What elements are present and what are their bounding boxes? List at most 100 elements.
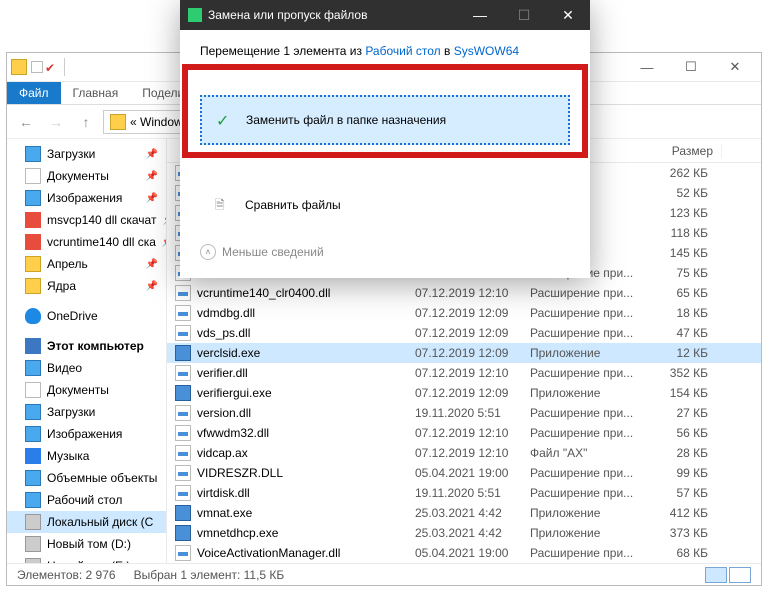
view-details-button[interactable]: [705, 567, 727, 583]
tree-item[interactable]: Ядра📌: [7, 275, 166, 297]
file-type: Приложение: [522, 526, 652, 540]
tree-item-icon: [25, 492, 41, 508]
tree-item[interactable]: Новый том (E:): [7, 555, 166, 563]
dest-link[interactable]: SysWOW64: [454, 44, 519, 58]
file-date: 05.04.2021 19:00: [407, 466, 522, 480]
file-size: 118 КБ: [652, 226, 722, 240]
tree-item-label: Апрель: [47, 257, 88, 271]
file-type: Приложение: [522, 506, 652, 520]
table-row[interactable]: VoiceActivationManager.dll05.04.2021 19:…: [167, 543, 761, 563]
option-compare[interactable]: 🗎 Сравнить файлы: [200, 181, 570, 229]
tree-item-label: Этот компьютер: [47, 339, 144, 353]
file-type: Приложение: [522, 346, 652, 360]
nav-forward-button[interactable]: →: [43, 110, 69, 134]
table-row[interactable]: vidcap.ax07.12.2019 12:10Файл "AX"28 КБ: [167, 443, 761, 463]
file-icon: [175, 405, 191, 421]
table-row[interactable]: version.dll19.11.2020 5:51Расширение при…: [167, 403, 761, 423]
tree-item-label: msvcp140 dll скачат: [47, 213, 156, 227]
file-icon: [175, 525, 191, 541]
tree-item[interactable]: Апрель📌: [7, 253, 166, 275]
tree-item-icon: [25, 212, 41, 228]
file-type: Расширение при...: [522, 286, 652, 300]
tree-item[interactable]: Изображения📌: [7, 187, 166, 209]
table-row[interactable]: vds_ps.dll07.12.2019 12:09Расширение при…: [167, 323, 761, 343]
tree-item[interactable]: Рабочий стол: [7, 489, 166, 511]
tree-item[interactable]: Этот компьютер: [7, 335, 166, 357]
nav-back-button[interactable]: ←: [13, 110, 39, 134]
nav-tree[interactable]: Загрузки📌Документы📌Изображения📌msvcp140 …: [7, 139, 167, 563]
check-icon: ✓: [216, 111, 234, 129]
tree-item-icon: [25, 536, 41, 552]
file-type: Расширение при...: [522, 466, 652, 480]
tree-item[interactable]: Новый том (D:): [7, 533, 166, 555]
file-name: vidcap.ax: [197, 446, 407, 460]
tree-item-label: Объемные объекты: [47, 471, 157, 485]
file-size: 52 КБ: [652, 186, 722, 200]
file-size: 145 КБ: [652, 246, 722, 260]
file-date: 07.12.2019 12:10: [407, 426, 522, 440]
tree-item[interactable]: OneDrive: [7, 305, 166, 327]
file-size: 154 КБ: [652, 386, 722, 400]
pin-icon: 📌: [146, 149, 158, 160]
tree-item[interactable]: Видео: [7, 357, 166, 379]
tree-item[interactable]: Изображения: [7, 423, 166, 445]
qa-icon[interactable]: [31, 61, 43, 73]
fewer-details-label: Меньше сведений: [222, 245, 324, 259]
table-row[interactable]: vfwwdm32.dll07.12.2019 12:10Расширение п…: [167, 423, 761, 443]
file-name: version.dll: [197, 406, 407, 420]
file-name: VoiceActivationManager.dll: [197, 546, 407, 560]
ribbon-file[interactable]: Файл: [7, 82, 61, 104]
table-row[interactable]: VIDRESZR.DLL05.04.2021 19:00Расширение п…: [167, 463, 761, 483]
tree-item[interactable]: Документы📌: [7, 165, 166, 187]
option-replace[interactable]: ✓ Заменить файл в папке назначения: [200, 95, 570, 145]
file-type: Расширение при...: [522, 306, 652, 320]
tree-item-label: Видео: [47, 361, 82, 375]
source-link[interactable]: Рабочий стол: [365, 44, 440, 58]
table-row[interactable]: vcruntime140_clr0400.dll07.12.2019 12:10…: [167, 283, 761, 303]
nav-up-button[interactable]: ↑: [73, 110, 99, 134]
file-date: 07.12.2019 12:09: [407, 386, 522, 400]
tree-item-label: Изображения: [47, 427, 122, 441]
tree-item[interactable]: msvcp140 dll скачат📌: [7, 209, 166, 231]
file-icon: [175, 445, 191, 461]
fewer-details-toggle[interactable]: ˄ Меньше сведений: [200, 232, 570, 264]
minimize-button[interactable]: —: [625, 53, 669, 81]
tree-item[interactable]: Документы: [7, 379, 166, 401]
table-row[interactable]: vmnat.exe25.03.2021 4:42Приложение412 КБ: [167, 503, 761, 523]
table-row[interactable]: vmnetdhcp.exe25.03.2021 4:42Приложение37…: [167, 523, 761, 543]
file-date: 07.12.2019 12:10: [407, 366, 522, 380]
table-row[interactable]: vdmdbg.dll07.12.2019 12:09Расширение при…: [167, 303, 761, 323]
table-row[interactable]: virtdisk.dll19.11.2020 5:51Расширение пр…: [167, 483, 761, 503]
tree-item[interactable]: vcruntime140 dll ска📌: [7, 231, 166, 253]
tree-item[interactable]: Загрузки 📌: [7, 143, 166, 165]
file-name: vcruntime140_clr0400.dll: [197, 286, 407, 300]
file-name: vmnat.exe: [197, 506, 407, 520]
tree-item[interactable]: Музыка: [7, 445, 166, 467]
file-name: virtdisk.dll: [197, 486, 407, 500]
maximize-button[interactable]: ☐: [669, 53, 713, 81]
table-row[interactable]: verifiergui.exe07.12.2019 12:09Приложени…: [167, 383, 761, 403]
view-icons-button[interactable]: [729, 567, 751, 583]
table-row[interactable]: verifier.dll07.12.2019 12:10Расширение п…: [167, 363, 761, 383]
file-name: verifier.dll: [197, 366, 407, 380]
file-type: Приложение: [522, 386, 652, 400]
file-date: 25.03.2021 4:42: [407, 526, 522, 540]
close-button[interactable]: ✕: [713, 53, 757, 81]
tree-item-label: Загрузки: [47, 147, 95, 161]
dialog-maximize-button[interactable]: ☐: [502, 0, 546, 30]
ribbon-home[interactable]: Главная: [61, 82, 131, 104]
file-date: 19.11.2020 5:51: [407, 486, 522, 500]
tree-item[interactable]: Локальный диск (C: [7, 511, 166, 533]
dialog-minimize-button[interactable]: —: [458, 0, 502, 30]
col-size[interactable]: Размер: [652, 144, 722, 158]
file-type: Расширение при...: [522, 426, 652, 440]
status-count: Элементов: 2 976: [17, 568, 116, 582]
dialog-close-button[interactable]: ✕: [546, 0, 590, 30]
tree-item[interactable]: Загрузки: [7, 401, 166, 423]
tree-item[interactable]: Объемные объекты: [7, 467, 166, 489]
tree-item-label: Загрузки: [47, 405, 95, 419]
compare-icon: 🗎: [215, 196, 233, 214]
qa-check-icon[interactable]: ✔: [45, 61, 57, 73]
file-date: 19.11.2020 5:51: [407, 406, 522, 420]
table-row[interactable]: verclsid.exe07.12.2019 12:09Приложение12…: [167, 343, 761, 363]
